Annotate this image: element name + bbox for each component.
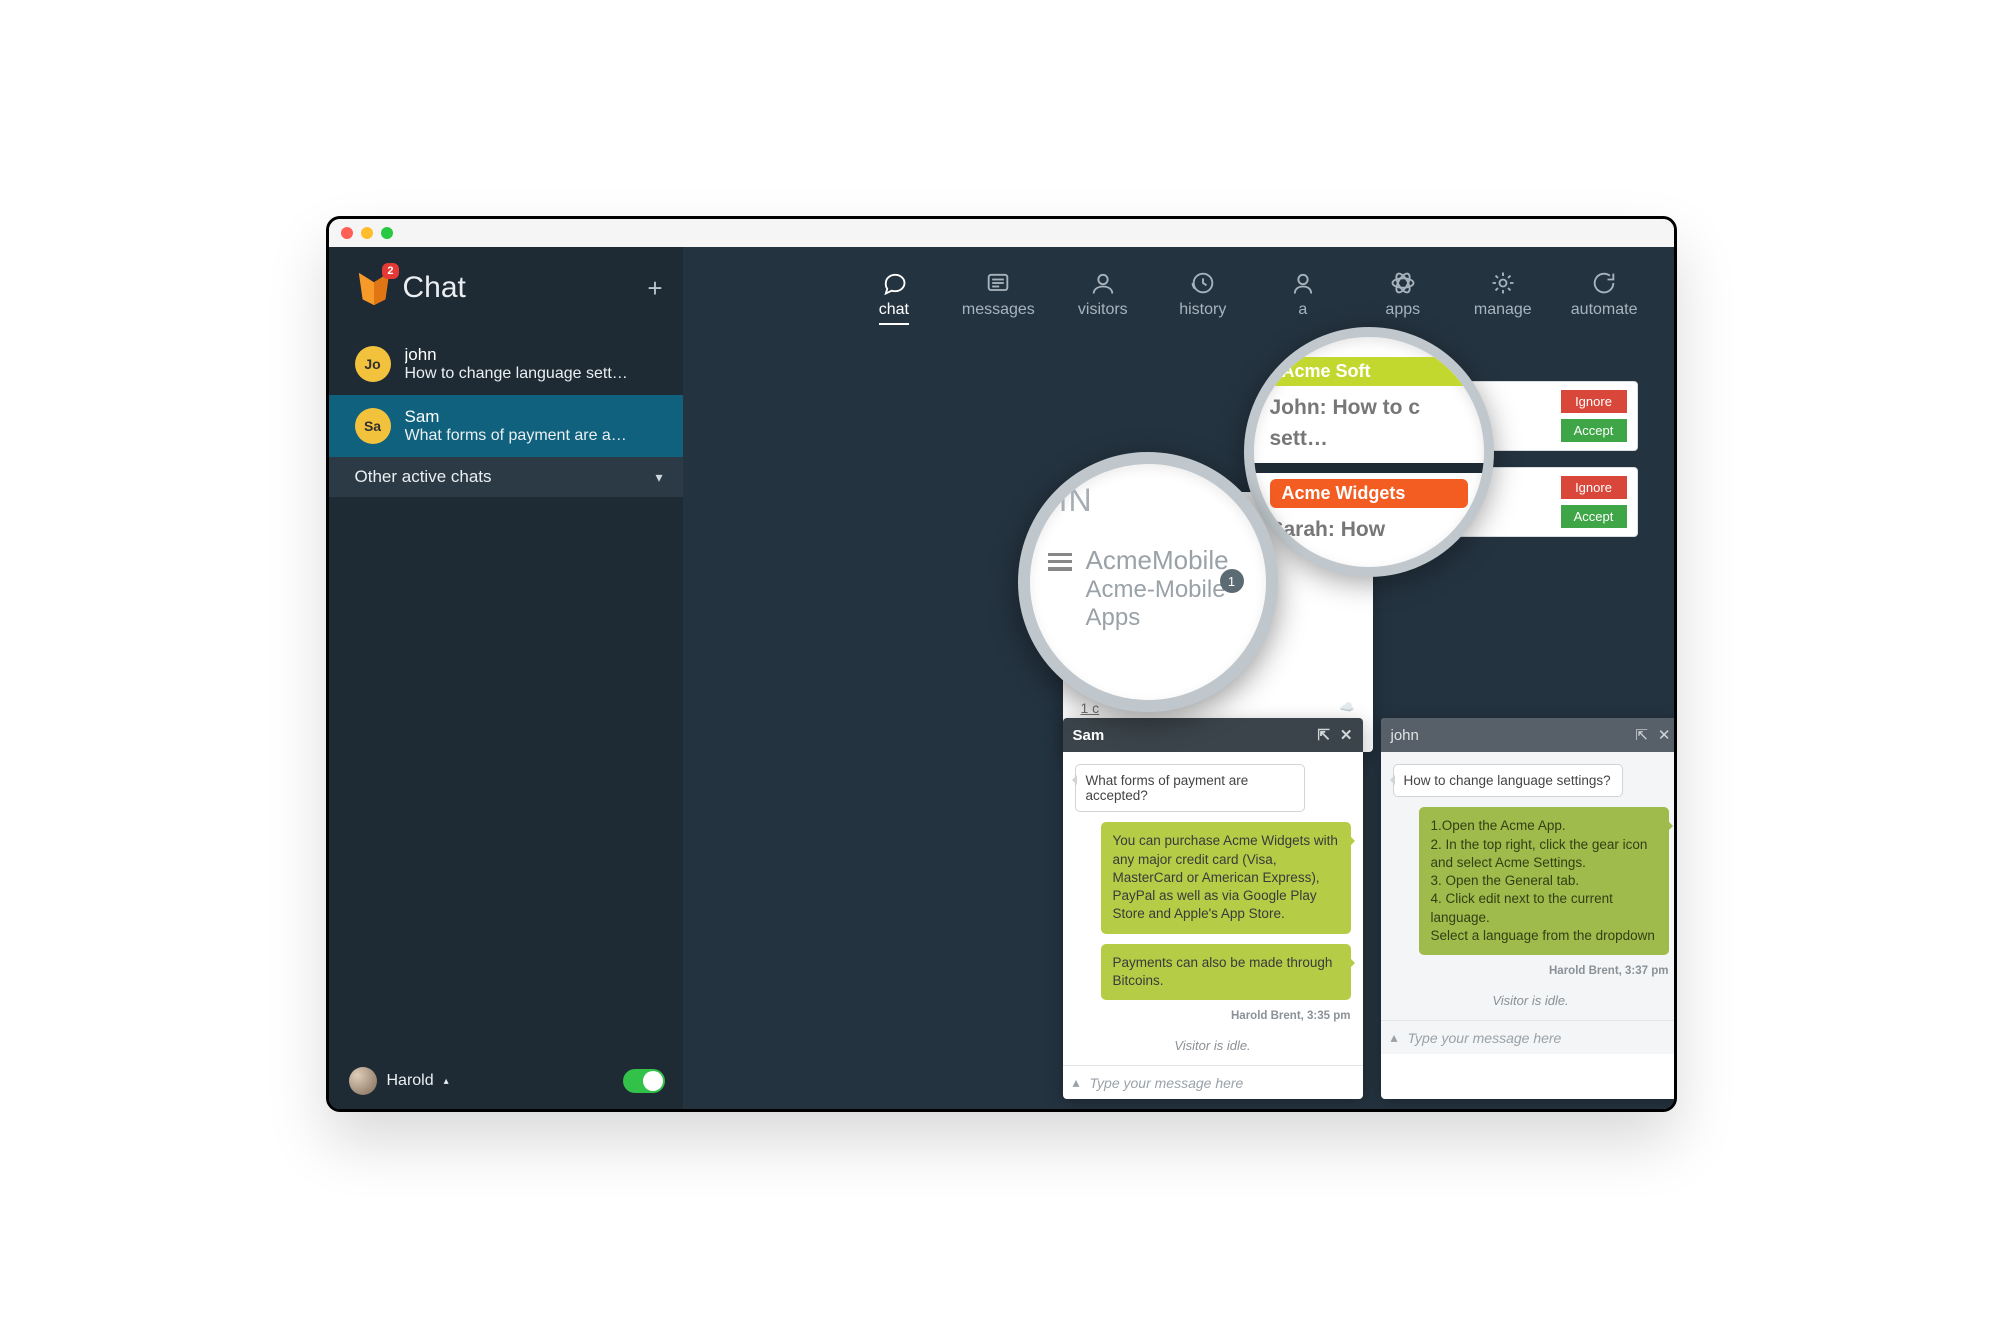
message-meta: Harold Brent, 3:37 pm	[1549, 965, 1669, 977]
popout-icon[interactable]: ⇱	[1635, 726, 1648, 744]
chat-panel-sam: Sam ⇱ ✕ What forms of payment are accept…	[1063, 718, 1363, 1099]
message-input[interactable]	[1408, 1030, 1671, 1046]
chevron-down-icon: ▾	[655, 469, 662, 486]
sidebar-chat-john[interactable]: Jo john How to change language sett…	[329, 333, 683, 395]
chat-panels-row: Sam ⇱ ✕ What forms of payment are accept…	[1063, 718, 1674, 1099]
main-area: chat messages visitors history a	[683, 247, 1674, 1109]
nav-history[interactable]: history	[1171, 269, 1235, 325]
user-name: Harold	[387, 1072, 434, 1090]
chat-preview: What forms of payment are a…	[405, 427, 663, 445]
accept-button[interactable]: Accept	[1561, 419, 1627, 442]
popout-icon[interactable]: ⇱	[1317, 726, 1330, 744]
message-composer: ▴	[1381, 1020, 1674, 1054]
sidebar: 2 Chat + Jo john How to change language …	[329, 247, 683, 1109]
mag-visit-badge: 1	[1220, 569, 1244, 593]
app-window: 2 Chat + Jo john How to change language …	[326, 216, 1677, 1112]
app-title: Chat	[403, 271, 466, 305]
sidebar-chat-sam[interactable]: Sa Sam What forms of payment are a…	[329, 395, 683, 457]
magnifier-notifications: Acme Soft John: How to c sett… Acme Widg…	[1244, 327, 1494, 577]
panel-title: Sam	[1073, 727, 1105, 744]
other-chats-label: Other active chats	[355, 467, 492, 487]
top-nav: chat messages visitors history a	[683, 247, 1674, 325]
mag-group: AcmeMobile	[1086, 545, 1229, 575]
hamburger-icon	[1048, 553, 1072, 571]
nav-visitors[interactable]: visitors	[1071, 269, 1135, 325]
expand-composer-icon[interactable]: ▴	[1391, 1029, 1398, 1046]
nav-label: visitors	[1078, 301, 1128, 323]
app-logo-icon: 2	[355, 269, 393, 307]
new-chat-button[interactable]: +	[647, 273, 662, 304]
site-tag-acme-widgets: Acme Widgets	[1270, 479, 1468, 508]
visitor-message: What forms of payment are accepted?	[1075, 764, 1305, 812]
online-toggle[interactable]	[623, 1069, 665, 1093]
message-composer: ▴	[1063, 1065, 1363, 1099]
mag-visitor: Sarah:	[1270, 518, 1335, 541]
traffic-zoom-icon[interactable]	[381, 227, 393, 239]
agent-message: 1.Open the Acme App. 2. In the top right…	[1419, 807, 1669, 955]
nav-label: messages	[962, 301, 1035, 323]
chat-name: john	[405, 345, 663, 365]
nav-label: manage	[1474, 301, 1532, 323]
refresh-icon	[1590, 269, 1618, 297]
sidebar-header: 2 Chat +	[329, 247, 683, 333]
nav-apps[interactable]: apps	[1371, 269, 1435, 325]
expand-composer-icon[interactable]: ▴	[1073, 1074, 1080, 1091]
user-avatar-icon	[349, 1067, 377, 1095]
mag-text: sett…	[1270, 427, 1328, 450]
site-tag-acme-soft: Acme Soft	[1270, 357, 1468, 386]
mag-visitor: John:	[1270, 396, 1327, 419]
close-icon[interactable]: ✕	[1340, 726, 1353, 744]
traffic-minimize-icon[interactable]	[361, 227, 373, 239]
accept-button[interactable]: Accept	[1561, 505, 1627, 528]
visitor-idle-text: Visitor is idle.	[1075, 1038, 1351, 1053]
agent-message: You can purchase Acme Widgets with any m…	[1101, 822, 1351, 933]
history-icon	[1189, 269, 1217, 297]
panel-title: john	[1391, 727, 1419, 744]
mag-divider	[1254, 463, 1484, 473]
chat-count-badge: 2	[382, 263, 398, 279]
atom-icon	[1389, 269, 1417, 297]
chat-panel-john: john ⇱ ✕ How to change language settings…	[1381, 718, 1674, 1099]
chat-bubble-icon	[880, 269, 908, 297]
chat-name: Sam	[405, 407, 663, 427]
nav-label: chat	[879, 301, 909, 325]
nav-label: history	[1179, 301, 1226, 323]
message-meta: Harold Brent, 3:35 pm	[1231, 1010, 1351, 1022]
close-icon[interactable]: ✕	[1658, 726, 1671, 744]
person-icon	[1289, 269, 1317, 297]
cases-link[interactable]: 1 c	[1081, 700, 1100, 716]
other-active-chats-toggle[interactable]: Other active chats ▾	[329, 457, 683, 497]
nav-truncated-a[interactable]: a	[1271, 269, 1335, 325]
nav-messages[interactable]: messages	[962, 269, 1035, 325]
salesforce-icon: ☁️	[1340, 700, 1355, 714]
ignore-button[interactable]: Ignore	[1561, 390, 1627, 413]
visitor-idle-text: Visitor is idle.	[1393, 993, 1669, 1008]
caret-up-icon: ▴	[444, 1076, 449, 1087]
nav-label: a	[1298, 301, 1307, 323]
mag-text: How	[1341, 518, 1385, 541]
nav-label: apps	[1385, 301, 1420, 323]
visitor-message: How to change language settings?	[1393, 764, 1623, 797]
nav-automate[interactable]: automate	[1571, 269, 1638, 325]
ignore-button[interactable]: Ignore	[1561, 476, 1627, 499]
nav-label: automate	[1571, 301, 1638, 323]
nav-manage[interactable]: manage	[1471, 269, 1535, 325]
mac-titlebar	[329, 219, 1674, 247]
traffic-close-icon[interactable]	[341, 227, 353, 239]
mag-country: IN	[1059, 482, 1093, 518]
current-user-chip[interactable]: Harold ▴	[349, 1067, 449, 1095]
chat-preview: How to change language sett…	[405, 365, 663, 383]
avatar: Sa	[355, 408, 391, 444]
magnifier-visitor-card: / IN AcmeMobile Acme-Mobile-Apps 1	[1018, 452, 1278, 712]
message-input[interactable]	[1090, 1075, 1353, 1091]
nav-chat[interactable]: chat	[862, 269, 926, 325]
visitors-icon	[1089, 269, 1117, 297]
agent-message: Payments can also be made through Bitcoi…	[1101, 944, 1351, 1000]
mag-text: How to c	[1333, 396, 1421, 419]
gear-icon	[1489, 269, 1517, 297]
avatar: Jo	[355, 346, 391, 382]
messages-icon	[984, 269, 1012, 297]
sidebar-footer: Harold ▴	[329, 1057, 683, 1109]
